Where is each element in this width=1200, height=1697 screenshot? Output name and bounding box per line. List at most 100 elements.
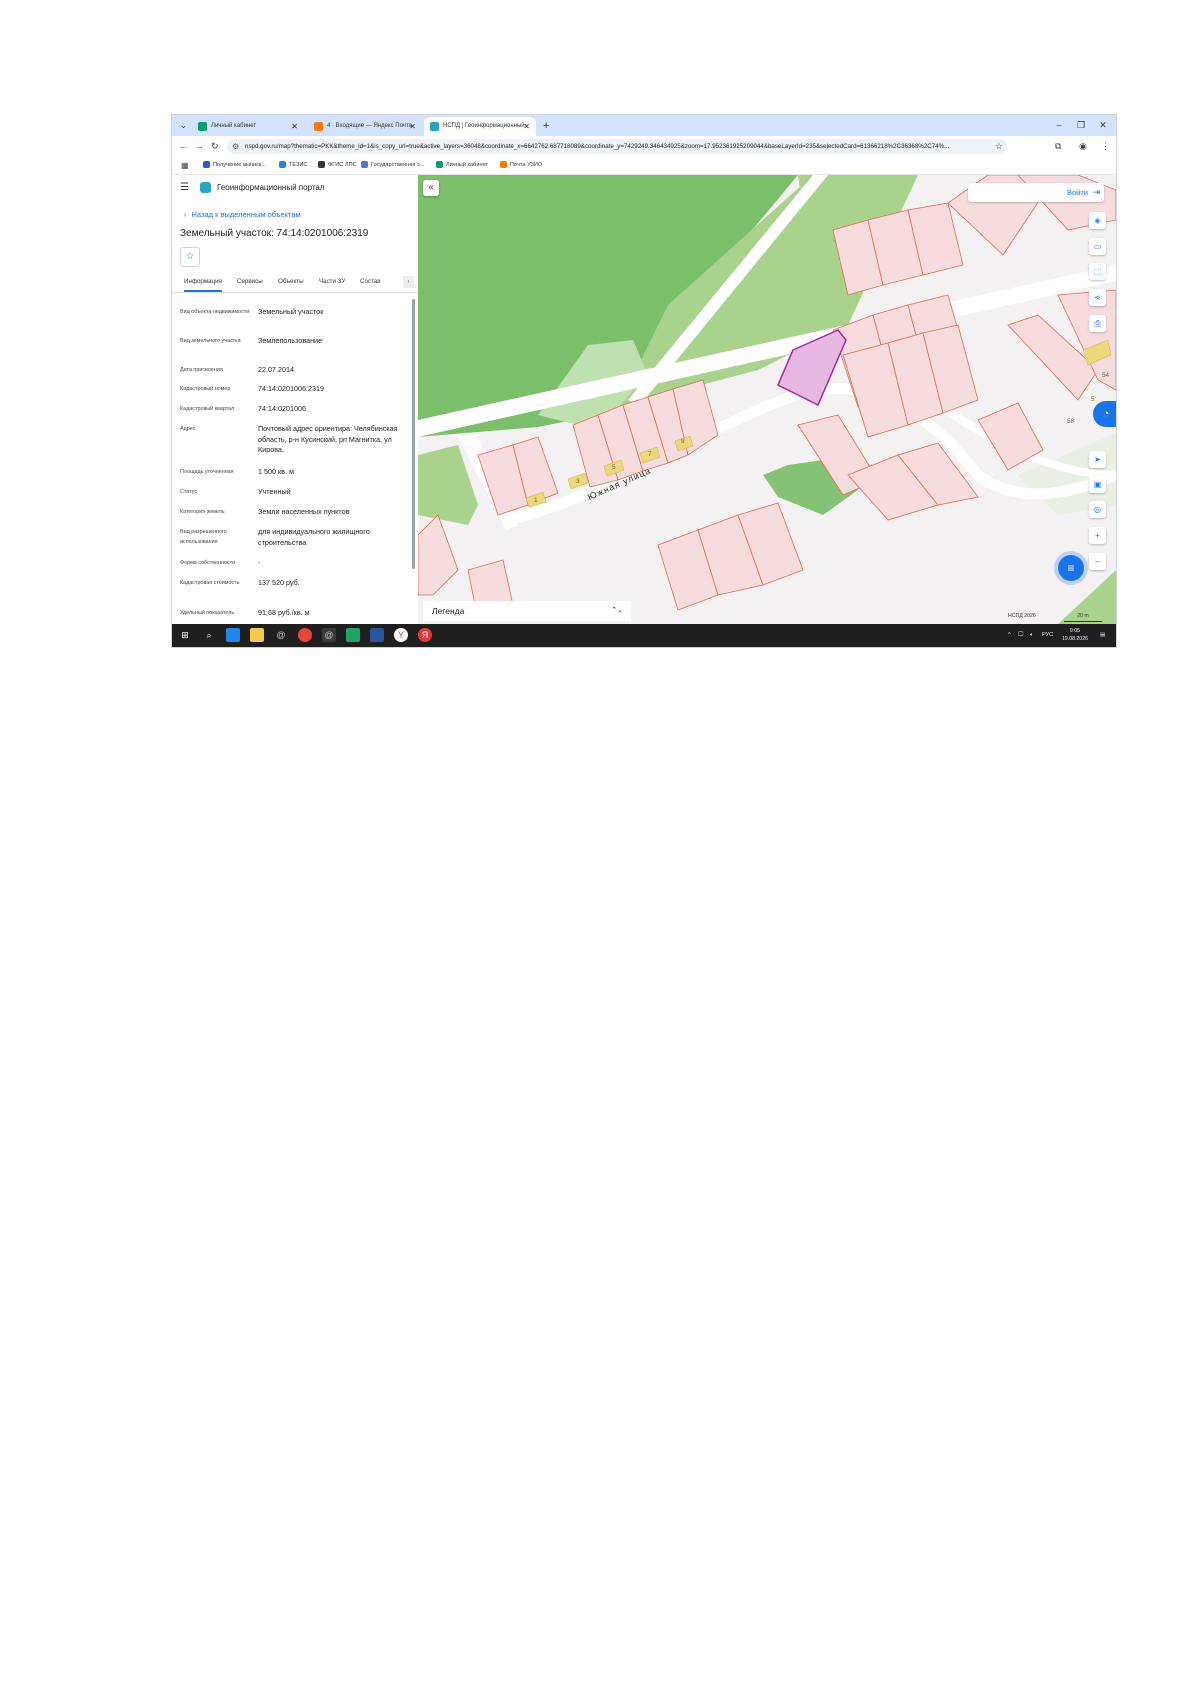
bookmark-item[interactable]: Получение выписк... (203, 157, 266, 174)
menu-icon[interactable]: ⋮ (1101, 136, 1110, 157)
bookmark-item[interactable]: ФГИС ЛПС (318, 157, 357, 174)
bookmark-item[interactable]: Государственная э... (361, 157, 424, 174)
chevron-left-icon: ‹ (184, 210, 187, 219)
url-input[interactable]: ⚙ nspd.gov.ru/map?thematic=PKK&theme_id=… (227, 139, 1007, 154)
bookmark-favicon-icon (203, 161, 210, 169)
favorite-star-button[interactable]: ☆ (180, 247, 200, 267)
collapse-panel-button[interactable]: « (423, 180, 439, 196)
tab-parts[interactable]: Части ЗУ (319, 274, 345, 290)
bookmark-item[interactable]: Почта УЗИО (500, 157, 542, 174)
bookmark-star-icon[interactable]: ☆ (995, 139, 1003, 154)
chevron-up-down-icon: ⌃⌄ (611, 607, 623, 614)
tabs-scroll-right-icon[interactable]: › (403, 276, 414, 288)
profile-icon[interactable]: ◉ (1079, 136, 1087, 157)
site-info-icon[interactable]: ⚙ (232, 139, 239, 154)
print-icon[interactable]: ⎙ (1089, 315, 1106, 332)
house-number: 7 (648, 451, 652, 458)
bookmark-favicon-icon (436, 161, 443, 169)
minimize-icon[interactable]: – (1048, 115, 1070, 136)
bookmark-favicon-icon (361, 161, 368, 169)
house-number: 5 (612, 464, 616, 471)
bookmark-item[interactable]: Личный кабинет (436, 157, 488, 174)
object-title: Земельный участок: 74:14:0201006:2319 (180, 228, 369, 239)
file-explorer-icon[interactable] (250, 628, 264, 642)
close-icon[interactable]: ✕ (291, 117, 298, 136)
network-icon[interactable]: 🖵 (1018, 624, 1023, 647)
tab-lichny-kabinet[interactable]: Личный кабинет ✕ (192, 117, 304, 136)
new-tab-button[interactable]: + (543, 117, 549, 136)
favicon-icon (430, 122, 439, 131)
tab-label: Личный кабинет (211, 123, 257, 129)
windows-start-icon[interactable]: ⊞ (178, 628, 192, 642)
tray-chevron-icon[interactable]: ^ (1008, 624, 1011, 647)
back-to-selected-link[interactable]: ‹ Назад к выделенным объектам (184, 210, 301, 220)
map-scale: 20 m (1064, 611, 1102, 622)
layers-icon[interactable]: ◈ (1089, 212, 1106, 229)
screenshot: ⌄ Личный кабинет ✕ 4 · Входящие — Яндекс… (172, 115, 1116, 647)
search-icon[interactable]: ⌕ (202, 628, 216, 642)
map-drawing (418, 175, 1116, 624)
word-icon[interactable] (370, 628, 384, 642)
favicon-icon (314, 122, 323, 131)
share-icon[interactable]: ⋖ (1089, 289, 1106, 306)
tab-nspd[interactable]: НСПД | Геоинформационный ✕ (424, 117, 536, 136)
bookmark-favicon-icon (279, 161, 286, 169)
tab-information[interactable]: Информация (184, 274, 222, 292)
zoom-in-button[interactable]: + (1089, 527, 1106, 544)
house-number: 54 (1102, 372, 1110, 379)
tab-services[interactable]: Сервисы (237, 274, 263, 290)
house-number: 3 (576, 478, 580, 485)
house-number: 9 (681, 438, 685, 445)
close-icon[interactable]: ✕ (523, 117, 530, 136)
select-area-icon[interactable]: ⬚ (1089, 263, 1106, 280)
clock-date: 19.08.2026 (1062, 636, 1088, 642)
object-info-panel: ☰ Геоинформационный портал ‹ Назад к выде… (172, 175, 418, 624)
address-bar-row: ← → ↻ ⚙ nspd.gov.ru/map?thematic=PKK&the… (172, 136, 1116, 157)
tab-search-icon[interactable]: ⌄ (176, 118, 191, 133)
hamburger-menu-icon[interactable]: ☰ (180, 183, 190, 193)
close-window-icon[interactable]: ✕ (1092, 115, 1114, 136)
house-number: 1 (534, 497, 538, 504)
forward-icon[interactable]: → (195, 136, 204, 157)
bookmarks-bar: ▦ Получение выписк... ТЕЗИС ФГИС ЛПС Гос… (172, 157, 1116, 175)
geolocation-icon[interactable]: ➤ (1089, 451, 1106, 468)
map-canvas[interactable]: 1 3 5 7 9 54 58 5 Южная улица « Войти ⇥ … (418, 175, 1116, 624)
excel-icon[interactable] (346, 628, 360, 642)
mail-app-icon[interactable]: @ (274, 628, 288, 642)
pin-icon[interactable]: ◎ (1089, 501, 1106, 518)
chat-icon[interactable]: ≡ (1058, 555, 1084, 581)
minimap-icon[interactable]: ▣ (1089, 476, 1106, 493)
close-icon[interactable]: ✕ (409, 117, 416, 136)
login-label: Войти (1067, 188, 1088, 197)
zoom-out-button[interactable]: – (1089, 553, 1106, 570)
legend-dropdown[interactable]: Легенда ⌃⌄ (423, 601, 631, 621)
volume-icon[interactable]: 🔈︎ (1030, 624, 1033, 647)
extensions-icon[interactable]: ⧉ (1055, 136, 1061, 157)
clock[interactable]: 9:05 19.08.2026 (1062, 627, 1088, 643)
restore-icon[interactable]: ❐ (1070, 115, 1092, 136)
tab-label: 4 · Входящие — Яндекс Почта (327, 123, 412, 129)
login-button[interactable]: Войти ⇥ (968, 183, 1104, 202)
reload-icon[interactable]: ↻ (211, 136, 219, 157)
ruler-icon[interactable]: ▭ (1089, 238, 1106, 255)
tab-label: НСПД | Геоинформационный (443, 123, 525, 129)
notifications-icon[interactable]: ▤ (1100, 624, 1105, 647)
yandex-icon[interactable]: Я (418, 628, 432, 642)
parcel (418, 514, 459, 596)
bookmark-item[interactable]: ТЕЗИС (279, 157, 307, 174)
map-attribution: НСПД 2026 (1008, 613, 1036, 619)
edge-icon[interactable] (226, 628, 240, 642)
tab-objects[interactable]: Объекты (278, 274, 304, 290)
mail-client-icon[interactable]: @ (322, 628, 336, 642)
apps-icon[interactable]: ▦ (181, 161, 189, 170)
side-panel-toggle-icon[interactable]: ◔ (1093, 401, 1116, 427)
yandex-browser-icon[interactable]: Y (394, 628, 408, 642)
tab-composition[interactable]: Состав (360, 274, 381, 290)
back-icon[interactable]: ← (179, 136, 188, 157)
portal-logo-icon (200, 182, 211, 193)
chrome-icon[interactable] (298, 628, 312, 642)
url-text[interactable]: nspd.gov.ru/map?thematic=PKK&theme_id=1&… (245, 139, 985, 154)
panel-scrollbar[interactable] (412, 299, 415, 569)
tab-yandex-mail[interactable]: 4 · Входящие — Яндекс Почта ✕ (308, 117, 422, 136)
input-language[interactable]: РУС (1042, 624, 1053, 647)
